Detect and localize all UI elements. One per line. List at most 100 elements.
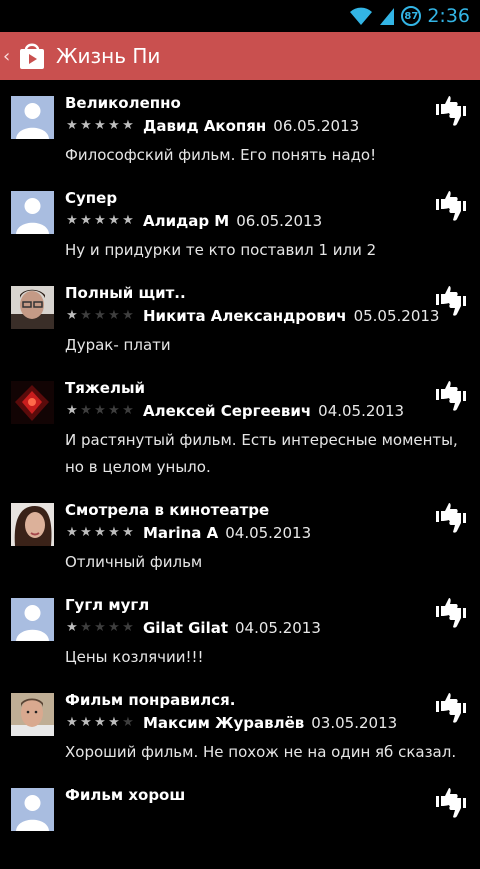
star-icon: ★: [80, 213, 92, 228]
star-icon: ★: [66, 403, 78, 418]
thumbs-up-down-icon[interactable]: [434, 189, 468, 223]
star-icon: ★: [94, 620, 106, 635]
review-title: Смотрела в кинотеатре: [65, 501, 270, 519]
review-meta: ★ ★ ★ ★ ★ Никита Александрович 05.05.2013: [65, 307, 439, 325]
star-icon: ★: [108, 308, 120, 323]
review-meta: ★ ★ ★ ★ ★ Gilat Gilat 04.05.2013: [65, 619, 321, 637]
review-title: Тяжелый: [65, 379, 146, 397]
review-item[interactable]: Гугл мугл ★ ★ ★ ★ ★ Gilat Gilat 04.05.2013 Цены …: [0, 584, 480, 679]
star-icon: ★: [80, 403, 92, 418]
review-author: Marina A: [143, 524, 219, 542]
avatar: [11, 286, 54, 329]
review-author: Алексей Сергеевич: [143, 402, 312, 420]
avatar: [11, 503, 54, 546]
thumbs-up-down-icon[interactable]: [434, 786, 468, 820]
thumbs-up-down-icon[interactable]: [434, 94, 468, 128]
default-avatar-icon: [11, 96, 54, 139]
review-title: Великолепно: [65, 94, 181, 112]
thumbs-up-down-icon[interactable]: [434, 596, 468, 630]
star-icon: ★: [94, 308, 106, 323]
default-avatar-icon: [11, 598, 54, 641]
action-bar: ‹ Жизнь Пи: [0, 32, 480, 80]
review-meta: ★ ★ ★ ★ ★ Алидар М 06.05.2013: [65, 212, 322, 230]
clock: 2:36: [427, 5, 470, 27]
status-bar: 87 2:36: [0, 0, 480, 32]
review-meta: ★ ★ ★ ★ ★ Максим Журавлёв 03.05.2013: [65, 714, 397, 732]
star-icon: ★: [122, 620, 134, 635]
review-title: Полный щит..: [65, 284, 186, 302]
star-icon: ★: [94, 213, 106, 228]
review-item[interactable]: Смотрела в кинотеатре ★ ★ ★ ★ ★ Marina A 04.05.…: [0, 489, 480, 584]
review-item[interactable]: Супер ★ ★ ★ ★ ★ Алидар М 06.05.2013 Ну и придурк…: [0, 177, 480, 272]
review-item[interactable]: Фильм понравился. ★ ★ ★ ★ ★ Максим Журавлёв 03.…: [0, 679, 480, 774]
wifi-icon: [350, 7, 373, 25]
star-icon: ★: [66, 715, 78, 730]
star-icon: ★: [94, 118, 106, 133]
star-icon: ★: [122, 308, 134, 323]
back-chevron-icon[interactable]: ‹: [3, 46, 15, 67]
signal-icon: [380, 8, 395, 25]
review-title: Фильм понравился.: [65, 691, 236, 709]
thumbs-up-down-icon[interactable]: [434, 284, 468, 318]
review-item[interactable]: Тяжелый ★ ★ ★ ★ ★ Алексей Сергеевич 04.05.2013 И…: [0, 367, 480, 489]
review-author: Алидар М: [143, 212, 230, 230]
star-icon: ★: [122, 525, 134, 540]
thumbs-up-down-icon[interactable]: [434, 691, 468, 725]
avatar: [11, 693, 54, 736]
star-icon: ★: [80, 715, 92, 730]
star-icon: ★: [108, 403, 120, 418]
star-icon: ★: [122, 715, 134, 730]
star-rating: ★ ★ ★ ★ ★: [65, 621, 135, 635]
review-date: 04.05.2013: [225, 524, 312, 542]
review-author: Давид Акопян: [143, 117, 267, 135]
star-icon: ★: [108, 213, 120, 228]
thumbs-up-down-icon[interactable]: [434, 379, 468, 413]
star-rating: ★ ★ ★ ★ ★: [65, 404, 135, 418]
star-icon: ★: [108, 715, 120, 730]
thumbs-up-down-icon[interactable]: [434, 501, 468, 535]
review-title: Фильм хорош: [65, 786, 186, 804]
star-icon: ★: [66, 213, 78, 228]
review-text: Философский фильм. Его понять надо!: [65, 146, 377, 164]
star-icon: ★: [122, 403, 134, 418]
review-author: Максим Журавлёв: [143, 714, 305, 732]
star-rating: ★ ★ ★ ★ ★: [65, 309, 135, 323]
review-date: 06.05.2013: [236, 212, 323, 230]
review-meta: ★ ★ ★ ★ ★ Давид Акопян 06.05.2013: [65, 117, 359, 135]
review-author: Gilat Gilat: [143, 619, 228, 637]
review-list: Великолепно ★ ★ ★ ★ ★ Давид Акопян 06.05.2013 Фи…: [0, 82, 480, 869]
review-text: Хороший фильм. Не похож не на один яб ск…: [65, 743, 457, 761]
default-avatar-icon: [11, 788, 54, 831]
battery-icon: 87: [401, 6, 422, 26]
review-date: 04.05.2013: [235, 619, 321, 637]
review-meta: ★ ★ ★ ★ ★ Marina A 04.05.2013: [65, 524, 311, 542]
review-text: Цены козлячии!!!: [65, 648, 204, 666]
star-rating: ★ ★ ★ ★ ★: [65, 119, 135, 133]
default-avatar-icon: [11, 191, 54, 234]
review-title: Супер: [65, 189, 118, 207]
star-icon: ★: [66, 620, 78, 635]
star-icon: ★: [66, 118, 78, 133]
review-date: 03.05.2013: [311, 714, 398, 732]
star-icon: ★: [94, 525, 106, 540]
play-store-icon[interactable]: [17, 41, 47, 71]
review-text: Ну и придурки те кто поставил 1 или 2: [65, 241, 377, 259]
review-date: 05.05.2013: [353, 307, 440, 325]
page-title: Жизнь Пи: [56, 44, 161, 68]
review-item[interactable]: Фильм хорош: [0, 774, 480, 869]
battery-level: 87: [404, 10, 419, 22]
star-icon: ★: [108, 525, 120, 540]
star-icon: ★: [108, 118, 120, 133]
star-rating: ★ ★ ★ ★ ★: [65, 526, 135, 540]
review-date: 06.05.2013: [273, 117, 360, 135]
star-icon: ★: [80, 308, 92, 323]
review-item[interactable]: Великолепно ★ ★ ★ ★ ★ Давид Акопян 06.05.2013 Фи…: [0, 82, 480, 177]
review-author: Никита Александрович: [143, 307, 347, 325]
star-icon: ★: [122, 118, 134, 133]
review-text: И растянутый фильм. Есть интересные моме…: [65, 431, 458, 476]
star-icon: ★: [66, 525, 78, 540]
review-item[interactable]: Полный щит.. ★ ★ ★ ★ ★ Никита Александрович 05.…: [0, 272, 480, 367]
review-title: Гугл мугл: [65, 596, 150, 614]
star-icon: ★: [80, 525, 92, 540]
star-icon: ★: [108, 620, 120, 635]
